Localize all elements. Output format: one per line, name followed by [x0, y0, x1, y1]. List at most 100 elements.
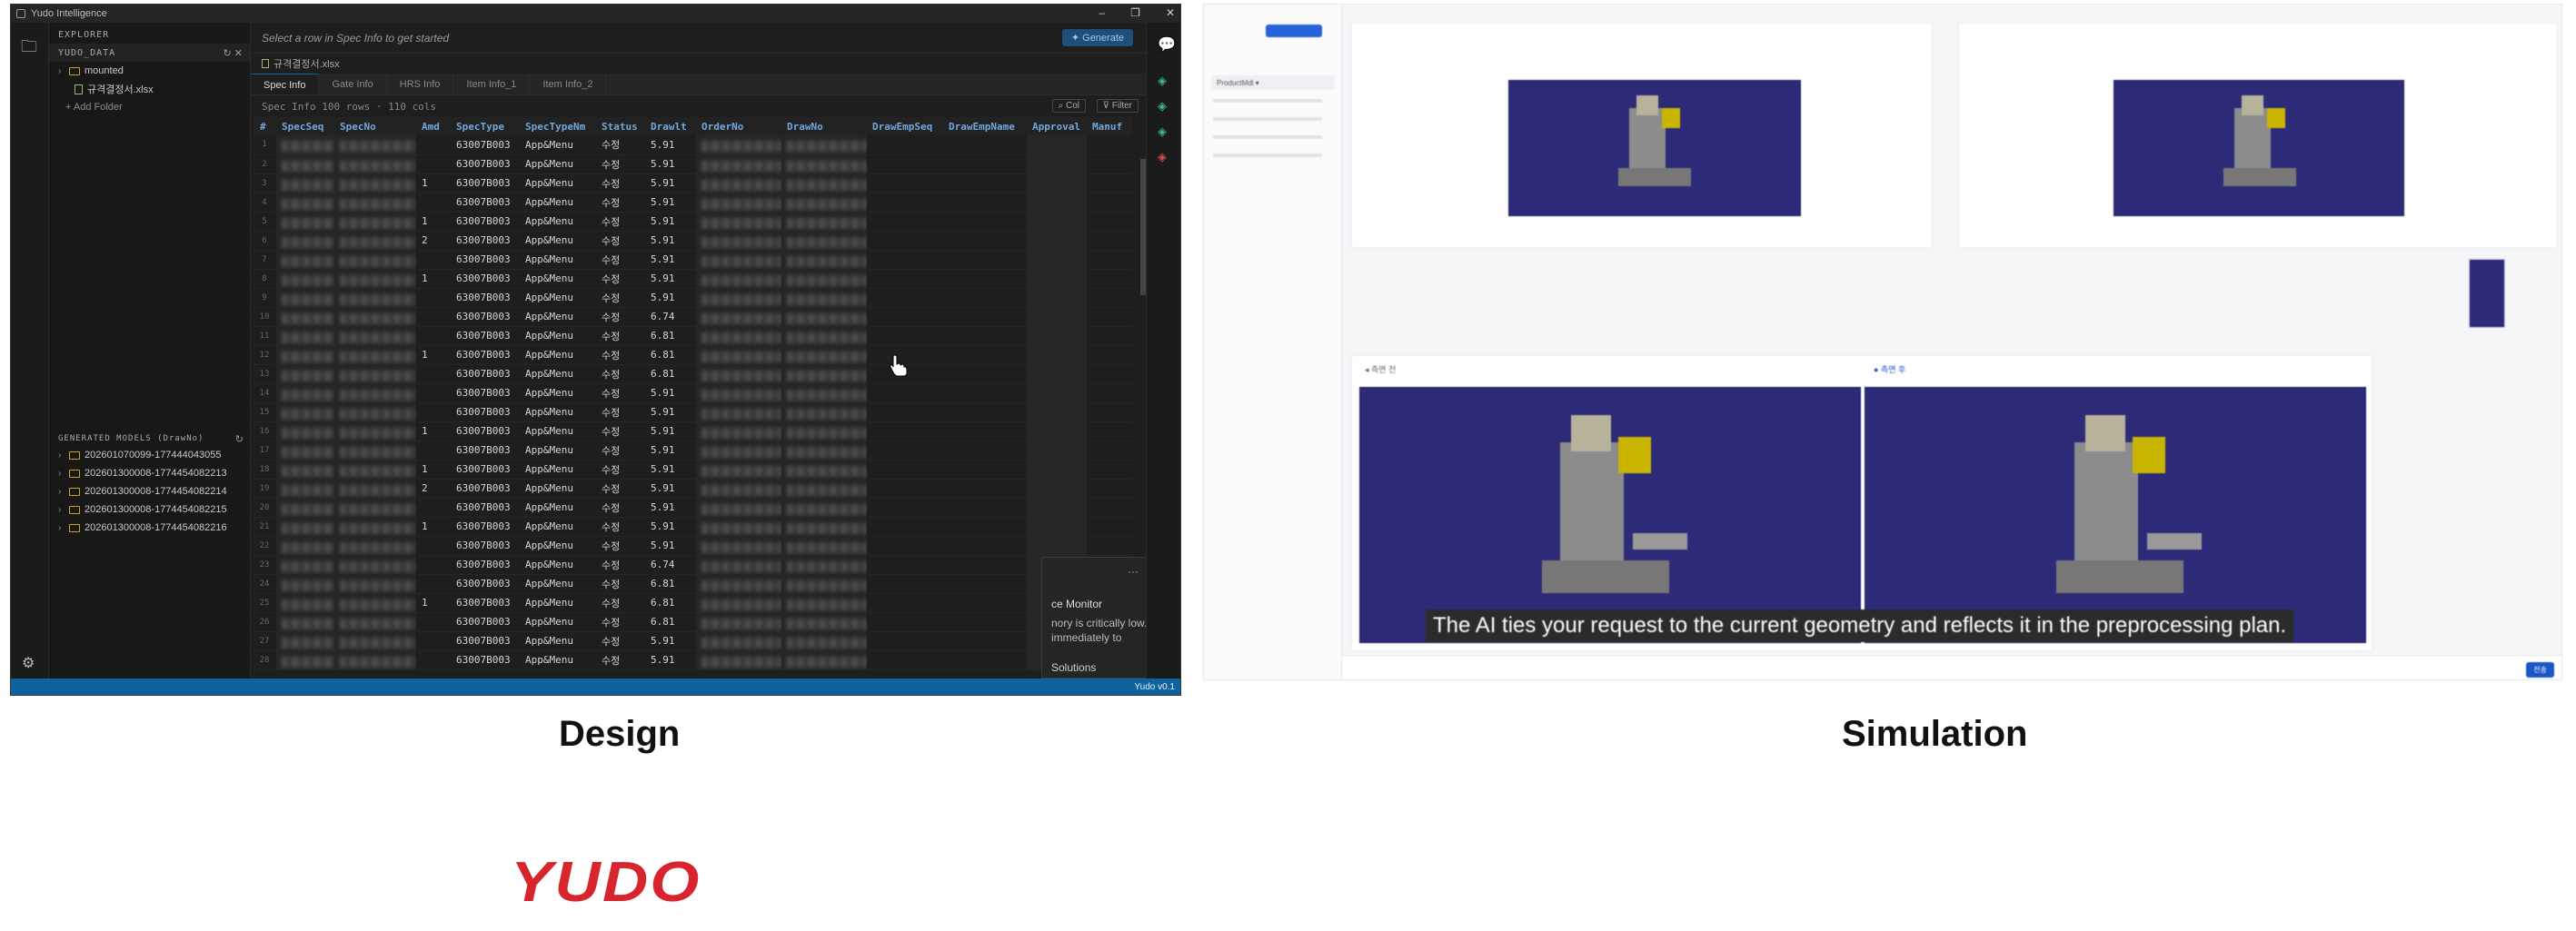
table-cell[interactable]: App&Menu	[520, 555, 596, 575]
table-row[interactable]: 12 1 63007B003 App&Menu 수정 6.81	[253, 345, 1132, 365]
table-cell[interactable]	[696, 631, 781, 651]
table-row[interactable]: 3 1 63007B003 App&Menu 수정 5.91	[253, 173, 1132, 193]
table-cell[interactable]: App&Menu	[520, 345, 596, 365]
table-cell[interactable]	[943, 288, 1027, 308]
table-cell[interactable]: 3	[253, 173, 276, 193]
sim-render-view[interactable]	[1508, 80, 1801, 216]
tab-hrs-info[interactable]: HRS Info	[387, 74, 454, 94]
table-cell[interactable]	[1027, 421, 1087, 441]
table-cell[interactable]	[334, 288, 416, 308]
table-cell[interactable]	[696, 326, 781, 346]
table-cell[interactable]	[1027, 460, 1087, 480]
table-cell[interactable]: 63007B003	[451, 250, 520, 270]
table-cell[interactable]	[276, 631, 334, 651]
table-cell[interactable]	[696, 555, 781, 575]
table-cell[interactable]	[781, 479, 867, 499]
table-cell[interactable]: 63007B003	[451, 288, 520, 308]
table-cell[interactable]: App&Menu	[520, 498, 596, 518]
minimize-icon[interactable]: –	[1099, 6, 1105, 19]
table-cell[interactable]: 6	[253, 231, 276, 251]
table-cell[interactable]	[867, 631, 943, 651]
table-cell[interactable]	[696, 231, 781, 251]
table-cell[interactable]	[943, 154, 1027, 174]
table-cell[interactable]	[696, 402, 781, 422]
table-cell[interactable]	[943, 421, 1027, 441]
table-cell[interactable]	[867, 173, 943, 193]
table-cell[interactable]	[334, 650, 416, 670]
table-cell[interactable]	[1087, 402, 1132, 422]
table-cell[interactable]: 수정	[596, 612, 645, 632]
table-cell[interactable]	[943, 364, 1027, 384]
table-cell[interactable]: 수정	[596, 402, 645, 422]
table-cell[interactable]	[1087, 364, 1132, 384]
sim-render-before[interactable]	[1359, 387, 1861, 643]
table-cell[interactable]: 21	[253, 517, 276, 537]
table-cell[interactable]	[276, 574, 334, 594]
table-cell[interactable]	[416, 574, 451, 594]
table-cell[interactable]: 4	[253, 193, 276, 213]
table-cell[interactable]	[1087, 154, 1132, 174]
table-cell[interactable]: 5.91	[645, 193, 696, 213]
table-cell[interactable]	[867, 250, 943, 270]
table-cell[interactable]	[943, 612, 1027, 632]
table-cell[interactable]: App&Menu	[520, 307, 596, 327]
column-search-button[interactable]: ⌕ Col	[1051, 99, 1086, 113]
table-cell[interactable]: 5.91	[645, 154, 696, 174]
table-cell[interactable]: 수정	[596, 517, 645, 537]
table-cell[interactable]: 63007B003	[451, 364, 520, 384]
table-cell[interactable]: 6.81	[645, 574, 696, 594]
table-cell[interactable]	[867, 479, 943, 499]
table-cell[interactable]	[943, 326, 1027, 346]
notification-action-link[interactable]: Solutions	[1051, 661, 1096, 674]
column-header[interactable]: Manuf	[1087, 117, 1132, 135]
table-cell[interactable]	[696, 498, 781, 518]
table-cell[interactable]	[1027, 212, 1087, 232]
table-row[interactable]: 5 1 63007B003 App&Menu 수정 5.91	[253, 212, 1132, 232]
table-cell[interactable]: 25	[253, 593, 276, 613]
table-cell[interactable]: 63007B003	[451, 460, 520, 480]
table-cell[interactable]: 63007B003	[451, 421, 520, 441]
table-cell[interactable]	[334, 173, 416, 193]
column-header[interactable]: SpecNo	[334, 117, 416, 135]
table-cell[interactable]: 5.91	[645, 402, 696, 422]
table-cell[interactable]: App&Menu	[520, 250, 596, 270]
table-cell[interactable]	[416, 650, 451, 670]
table-cell[interactable]	[943, 383, 1027, 403]
table-cell[interactable]: 수정	[596, 536, 645, 556]
table-cell[interactable]	[276, 650, 334, 670]
generated-model-item[interactable]: › 202601300008-1774454082213	[49, 464, 251, 482]
table-cell[interactable]	[943, 650, 1027, 670]
table-cell[interactable]: App&Menu	[520, 173, 596, 193]
generated-model-item[interactable]: › 202601300008-1774454082215	[49, 500, 251, 519]
table-cell[interactable]	[867, 154, 943, 174]
table-cell[interactable]	[334, 250, 416, 270]
table-cell[interactable]: 13	[253, 364, 276, 384]
table-cell[interactable]: 5.91	[645, 135, 696, 155]
table-cell[interactable]	[334, 364, 416, 384]
table-cell[interactable]	[276, 383, 334, 403]
table-cell[interactable]: 수정	[596, 383, 645, 403]
table-row[interactable]: 14 63007B003 App&Menu 수정 5.91	[253, 383, 1132, 403]
table-cell[interactable]	[416, 250, 451, 270]
table-cell[interactable]: 63007B003	[451, 498, 520, 518]
table-cell[interactable]	[781, 421, 867, 441]
table-cell[interactable]	[334, 345, 416, 365]
layers-icon[interactable]: ◈	[1158, 150, 1167, 164]
table-cell[interactable]	[334, 498, 416, 518]
table-cell[interactable]	[781, 498, 867, 518]
table-cell[interactable]: App&Menu	[520, 593, 596, 613]
table-cell[interactable]	[416, 441, 451, 461]
table-cell[interactable]	[781, 173, 867, 193]
table-cell[interactable]: 5.91	[645, 383, 696, 403]
table-cell[interactable]: App&Menu	[520, 364, 596, 384]
table-cell[interactable]	[867, 441, 943, 461]
table-cell[interactable]: 63007B003	[451, 555, 520, 575]
table-cell[interactable]	[334, 441, 416, 461]
table-cell[interactable]: 5.91	[645, 517, 696, 537]
table-cell[interactable]	[867, 212, 943, 232]
table-cell[interactable]: App&Menu	[520, 402, 596, 422]
table-cell[interactable]: App&Menu	[520, 193, 596, 213]
table-cell[interactable]	[1027, 517, 1087, 537]
table-cell[interactable]	[943, 517, 1027, 537]
table-cell[interactable]: 63007B003	[451, 269, 520, 289]
